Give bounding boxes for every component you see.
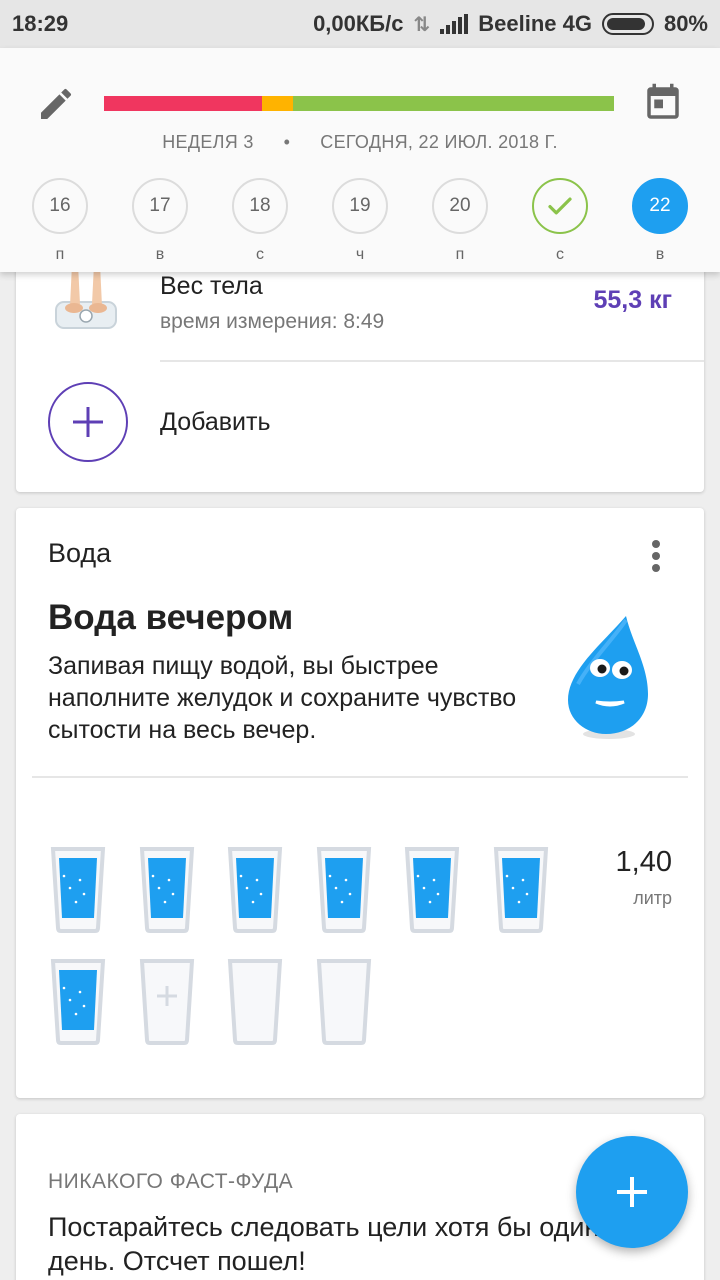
day-circle[interactable]: 18: [232, 178, 288, 234]
divider: [32, 776, 688, 778]
week-date-line: НЕДЕЛЯ 3 • СЕГОДНЯ, 22 ИЮЛ. 2018 Г.: [0, 132, 720, 153]
status-time: 18:29: [12, 11, 69, 36]
day-circle[interactable]: 22: [632, 178, 688, 234]
water-glass-filled[interactable]: [50, 958, 106, 1046]
more-options-icon[interactable]: [652, 540, 660, 574]
signal-icon: [440, 14, 469, 34]
separator-dot: •: [283, 132, 291, 152]
progress-segment: [262, 96, 293, 111]
water-tip-text: Запивая пищу водой, вы быстрее наполните…: [48, 652, 517, 744]
water-card-title: Вода: [48, 538, 112, 568]
status-bar: 18:29 0,00КБ/с ⇅ Beeline 4G 80%: [0, 0, 720, 48]
net-speed: 0,00КБ/с: [313, 11, 404, 36]
fastfood-card-text: Постарайтесь следовать цели хотя бы один…: [48, 1212, 600, 1276]
day-weekday-label: с: [556, 246, 564, 263]
water-drop-mascot-icon: [568, 616, 648, 739]
week-label: НЕДЕЛЯ 3: [162, 132, 254, 152]
day-circle[interactable]: 19: [332, 178, 388, 234]
day-header: НЕДЕЛЯ 3 • СЕГОДНЯ, 22 ИЮЛ. 2018 Г. 16 п 17 в…: [0, 48, 720, 272]
day-item[interactable]: с: [532, 178, 588, 264]
carrier-name: Beeline 4G: [478, 11, 592, 36]
weight-card: Вес тела время измерения: 8:49 55,3 кг Д…: [16, 240, 704, 492]
calendar-icon[interactable]: [642, 82, 684, 124]
checkmark-icon: [548, 197, 572, 215]
progress-segment: [104, 96, 263, 111]
battery-percent: 80%: [663, 11, 708, 36]
day-circle[interactable]: 16: [32, 178, 88, 234]
day-item[interactable]: 16 п: [32, 178, 88, 264]
day-weekday-label: ч: [355, 246, 365, 263]
day-progress-bar: [104, 96, 614, 111]
day-item[interactable]: 20 п: [432, 178, 488, 264]
day-weekday-label: в: [155, 246, 165, 263]
water-glass-filled[interactable]: [316, 846, 372, 934]
day-circle[interactable]: 20: [432, 178, 488, 234]
water-glass-filled[interactable]: [493, 846, 549, 934]
divider: [160, 360, 704, 362]
pencil-icon[interactable]: [36, 84, 76, 124]
water-glass-empty[interactable]: [227, 958, 283, 1046]
day-item[interactable]: 22 в: [632, 178, 688, 264]
day-item[interactable]: 17 в: [132, 178, 188, 264]
weight-measure-time: время измерения: 8:49: [160, 310, 385, 333]
scale-feet-icon: [55, 264, 117, 329]
day-weekday-label: п: [55, 246, 65, 263]
battery-icon: [601, 13, 654, 35]
water-tip-title: Вода вечером: [48, 598, 294, 637]
water-glass-filled[interactable]: [139, 846, 195, 934]
day-weekday-label: в: [655, 246, 665, 263]
water-card: Вода Вода вечером Запивая пищу водой, вы…: [16, 508, 704, 1098]
date-label: СЕГОДНЯ, 22 ИЮЛ. 2018 Г.: [320, 132, 558, 152]
water-glass-filled[interactable]: [227, 846, 283, 934]
water-unit: литр: [633, 888, 672, 908]
day-circle[interactable]: 17: [132, 178, 188, 234]
add-fab-button[interactable]: [576, 1136, 688, 1248]
day-weekday-label: с: [256, 246, 264, 263]
water-glass-add[interactable]: [139, 958, 195, 1046]
water-glass-empty[interactable]: [316, 958, 372, 1046]
progress-segment: [292, 96, 614, 111]
weight-title: Вес тела: [160, 272, 263, 300]
data-arrows-icon: ⇅: [413, 13, 431, 36]
day-weekday-label: п: [455, 246, 465, 263]
weight-value[interactable]: 55,3 кг: [593, 286, 672, 315]
water-glass-filled[interactable]: [50, 846, 106, 934]
add-weight-label[interactable]: Добавить: [160, 408, 271, 437]
water-glass-filled[interactable]: [404, 846, 460, 934]
water-amount: 1,40: [615, 846, 672, 878]
day-item[interactable]: 19 ч: [332, 178, 388, 264]
week-day-selector: 16 п 17 в 18 с 19 ч 20 п с 22 в: [0, 178, 720, 268]
day-item[interactable]: 18 с: [232, 178, 288, 264]
fastfood-card-title: НИКАКОГО ФАСТ-ФУДА: [48, 1170, 294, 1193]
day-circle[interactable]: [532, 178, 588, 234]
add-weight-button[interactable]: [48, 382, 128, 462]
